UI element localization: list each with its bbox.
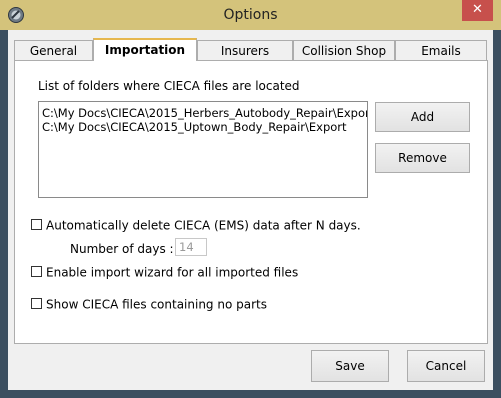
cancel-button[interactable]: Cancel bbox=[407, 350, 485, 382]
show-no-parts-option[interactable]: Show CIECA files containing no parts bbox=[31, 296, 267, 312]
close-button[interactable]: ✕ bbox=[462, 0, 493, 21]
tab-strip: General Importation Insurers Collision S… bbox=[14, 38, 488, 61]
import-wizard-label: Enable import wizard for all imported fi… bbox=[46, 265, 299, 280]
tab-insurers[interactable]: Insurers bbox=[197, 40, 293, 60]
list-item[interactable]: C:\My Docs\CIECA\2015_Herbers_Autobody_R… bbox=[39, 106, 367, 120]
number-of-days-label: Number of days : bbox=[70, 242, 174, 256]
list-item[interactable]: C:\My Docs\CIECA\2015_Uptown_Body_Repair… bbox=[39, 120, 367, 134]
tab-emails[interactable]: Emails bbox=[395, 40, 487, 60]
import-wizard-option[interactable]: Enable import wizard for all imported fi… bbox=[31, 264, 298, 280]
close-icon: ✕ bbox=[472, 2, 483, 17]
importation-panel: List of folders where CIECA files are lo… bbox=[14, 60, 488, 344]
options-window: Options ✕ General Importation Insurers C… bbox=[0, 0, 501, 398]
auto-delete-option[interactable]: Automatically delete CIECA (EMS) data af… bbox=[31, 217, 361, 233]
auto-delete-label: Automatically delete CIECA (EMS) data af… bbox=[46, 218, 361, 233]
add-folder-button[interactable]: Add bbox=[375, 102, 470, 132]
window-title: Options bbox=[223, 7, 278, 23]
remove-folder-button[interactable]: Remove bbox=[375, 143, 470, 173]
number-of-days-input[interactable]: 14 bbox=[175, 238, 207, 256]
auto-delete-checkbox[interactable] bbox=[31, 219, 42, 230]
save-button[interactable]: Save bbox=[311, 350, 389, 382]
import-wizard-checkbox[interactable] bbox=[31, 266, 42, 277]
folders-label: List of folders where CIECA files are lo… bbox=[38, 79, 300, 93]
tab-collision-shop[interactable]: Collision Shop bbox=[293, 40, 395, 60]
show-no-parts-label: Show CIECA files containing no parts bbox=[46, 297, 267, 312]
folder-list[interactable]: C:\My Docs\CIECA\2015_Herbers_Autobody_R… bbox=[38, 101, 368, 198]
tab-general[interactable]: General bbox=[14, 40, 93, 60]
dialog-client-area: General Importation Insurers Collision S… bbox=[8, 30, 493, 390]
show-no-parts-checkbox[interactable] bbox=[31, 298, 42, 309]
title-bar: Options ✕ bbox=[0, 0, 501, 30]
tab-importation[interactable]: Importation bbox=[93, 38, 197, 61]
